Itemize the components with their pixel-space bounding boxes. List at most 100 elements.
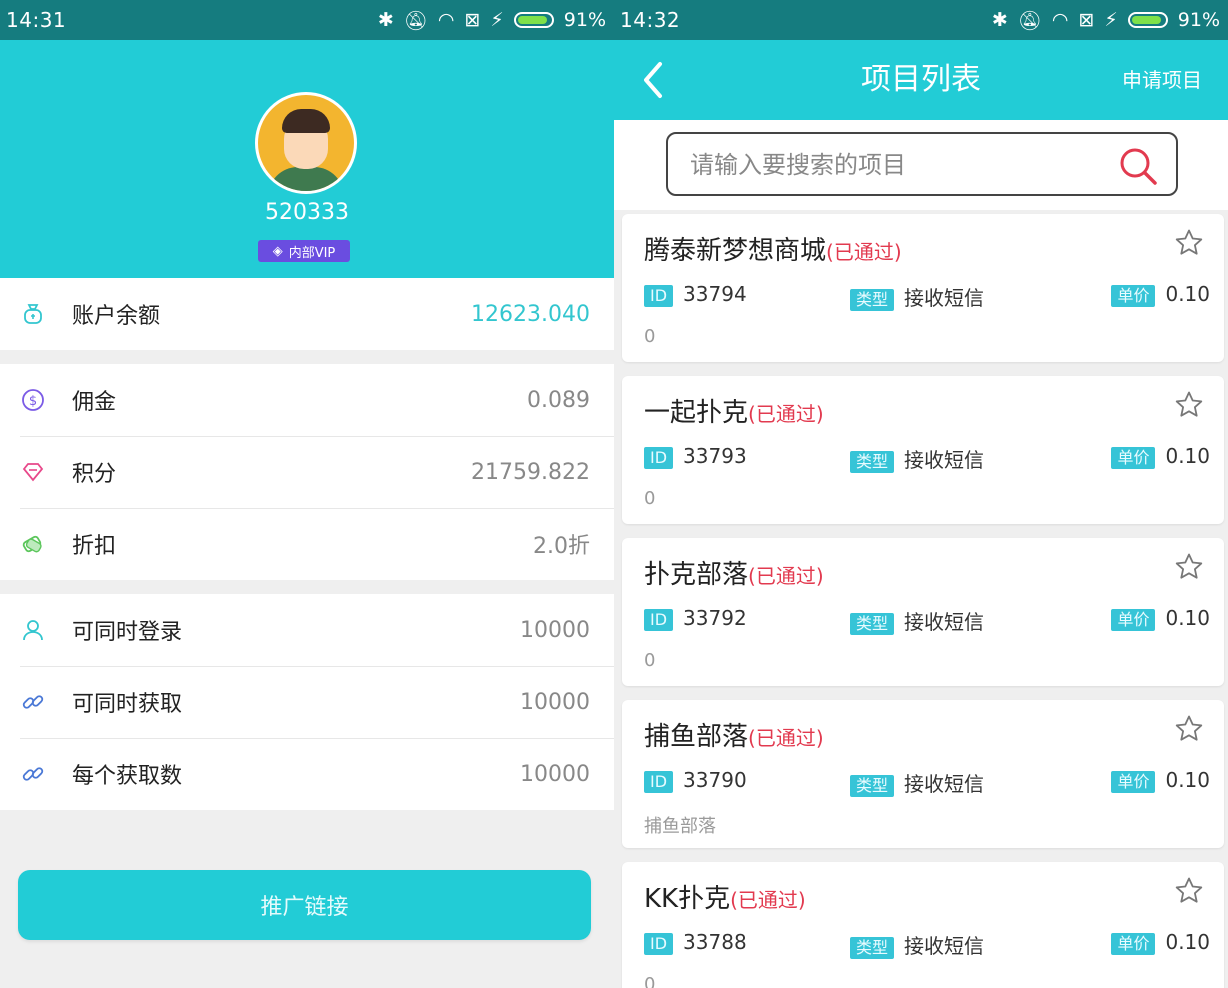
project-status: (已通过): [748, 564, 824, 588]
type-tag: 类型: [850, 450, 895, 473]
project-status: (已通过): [748, 726, 824, 750]
wifi-icon: ◠: [437, 9, 455, 31]
balance-group: 账户余额 12623.040: [0, 278, 614, 350]
project-id: 33788: [683, 930, 747, 954]
battery-percent: 91%: [563, 9, 606, 31]
project-price: 0.10: [1165, 768, 1210, 792]
project-id: 33793: [683, 444, 747, 468]
charging-icon: ⚡︎: [490, 9, 504, 31]
sim-icon: ⊠: [464, 9, 481, 31]
bluetooth-icon: ✱: [991, 9, 1008, 31]
price-tag: 单价: [1111, 770, 1156, 793]
project-card[interactable]: KK扑克(已通过) ID 33788 类型 接收短信 单价 0.10 0: [622, 862, 1224, 988]
battery-icon: [1127, 12, 1168, 28]
status-bar: 14:32 ✱ 🔕︎ ◠ ⊠ ⚡︎ 91%: [614, 0, 1228, 40]
id-tag: ID: [644, 608, 674, 631]
mute-icon: 🔕︎: [403, 9, 428, 32]
search-box[interactable]: [666, 132, 1178, 196]
concurrent-fetch-row[interactable]: 可同时获取 10000: [0, 666, 614, 738]
concurrent-login-row[interactable]: 可同时登录 10000: [0, 594, 614, 666]
profile-header: 520333 ◈ 内部VIP: [0, 40, 614, 278]
project-desc: 0: [644, 974, 656, 988]
project-name: KK扑克: [644, 884, 731, 914]
balance-value: 12623.040: [471, 301, 590, 327]
id-tag: ID: [644, 446, 674, 469]
project-list-screen: 14:32 ✱ 🔕︎ ◠ ⊠ ⚡︎ 91% 项目列表 申请项目 腾泰新梦想商城(…: [614, 0, 1228, 988]
project-name: 捕鱼部落: [644, 722, 749, 752]
user-icon: [20, 617, 46, 643]
project-status: (已通过): [826, 240, 902, 264]
project-card[interactable]: 捕鱼部落(已通过) ID 33790 类型 接收短信 单价 0.10 捕鱼部落: [622, 700, 1224, 848]
star-icon[interactable]: [1174, 714, 1204, 744]
type-tag: 类型: [850, 612, 895, 635]
project-id: 33790: [683, 768, 747, 792]
price-tag: 单价: [1111, 932, 1156, 955]
project-name: 一起扑克: [644, 398, 749, 428]
search-icon[interactable]: [1118, 146, 1158, 186]
promo-link-button[interactable]: 推广链接: [18, 870, 591, 940]
account-screen: 14:31 ✱ 🔕︎ ◠ ⊠ ⚡︎ 91% 520333 ◈ 内部VIP 账户余…: [0, 0, 614, 988]
id-tag: ID: [644, 932, 674, 955]
price-tag: 单价: [1111, 446, 1156, 469]
discount-tag-icon: [20, 531, 46, 557]
dollar-circle-icon: $: [20, 387, 46, 413]
username: 520333: [265, 200, 349, 225]
money-bag-icon: [20, 301, 46, 327]
balance-row[interactable]: 账户余额 12623.040: [0, 278, 614, 350]
chevron-left-icon: [644, 62, 662, 98]
project-price: 0.10: [1165, 606, 1210, 630]
svg-text:$: $: [29, 394, 37, 409]
project-type: 接收短信: [904, 286, 985, 310]
price-tag: 单价: [1111, 608, 1156, 631]
star-icon[interactable]: [1174, 876, 1204, 906]
project-status: (已通过): [748, 402, 824, 426]
project-name: 扑克部落: [644, 560, 749, 590]
per-fetch-count-row[interactable]: 每个获取数 10000: [0, 738, 614, 810]
project-price: 0.10: [1165, 444, 1210, 468]
gem-icon: ◈: [272, 243, 283, 259]
search-input[interactable]: [688, 134, 1092, 196]
battery-icon: [513, 12, 554, 28]
project-price: 0.10: [1165, 930, 1210, 954]
project-type: 接收短信: [904, 772, 985, 796]
project-type: 接收短信: [904, 934, 985, 958]
status-time: 14:32: [620, 8, 681, 32]
star-icon[interactable]: [1174, 228, 1204, 258]
bluetooth-icon: ✱: [377, 9, 394, 31]
project-card[interactable]: 扑克部落(已通过) ID 33792 类型 接收短信 单价 0.10 0: [622, 538, 1224, 686]
wifi-icon: ◠: [1051, 9, 1069, 31]
project-desc: 0: [644, 488, 656, 509]
stats-group: $ 佣金 0.089 积分 21759.822 折扣 2.0折: [0, 364, 614, 580]
project-name: 腾泰新梦想商城: [644, 236, 827, 266]
id-tag: ID: [644, 284, 674, 307]
battery-percent: 91%: [1177, 9, 1220, 31]
star-icon[interactable]: [1174, 390, 1204, 420]
star-icon[interactable]: [1174, 552, 1204, 582]
search-bar: [614, 120, 1228, 210]
type-tag: 类型: [850, 774, 895, 797]
avatar[interactable]: [255, 92, 357, 194]
charging-icon: ⚡︎: [1104, 9, 1118, 31]
status-bar: 14:31 ✱ 🔕︎ ◠ ⊠ ⚡︎ 91%: [0, 0, 614, 40]
points-row[interactable]: 积分 21759.822: [0, 436, 614, 508]
project-card[interactable]: 腾泰新梦想商城(已通过) ID 33794 类型 接收短信 单价 0.10 0: [622, 214, 1224, 362]
project-price: 0.10: [1165, 282, 1210, 306]
id-tag: ID: [644, 770, 674, 793]
project-type: 接收短信: [904, 610, 985, 634]
project-id: 33794: [683, 282, 747, 306]
diamond-icon: [20, 459, 46, 485]
link-icon: [20, 761, 46, 787]
link-icon: [20, 689, 46, 715]
project-card[interactable]: 一起扑克(已通过) ID 33793 类型 接收短信 单价 0.10 0: [622, 376, 1224, 524]
project-desc: 捕鱼部落: [644, 816, 716, 837]
apply-project-button[interactable]: 申请项目: [1122, 40, 1202, 120]
commission-row[interactable]: $ 佣金 0.089: [0, 364, 614, 436]
discount-row[interactable]: 折扣 2.0折: [0, 508, 614, 580]
type-tag: 类型: [850, 288, 895, 311]
back-button[interactable]: [636, 58, 676, 102]
vip-badge: ◈ 内部VIP: [258, 240, 350, 262]
project-id: 33792: [683, 606, 747, 630]
mute-icon: 🔕︎: [1017, 9, 1042, 32]
type-tag: 类型: [850, 936, 895, 959]
project-type: 接收短信: [904, 448, 985, 472]
